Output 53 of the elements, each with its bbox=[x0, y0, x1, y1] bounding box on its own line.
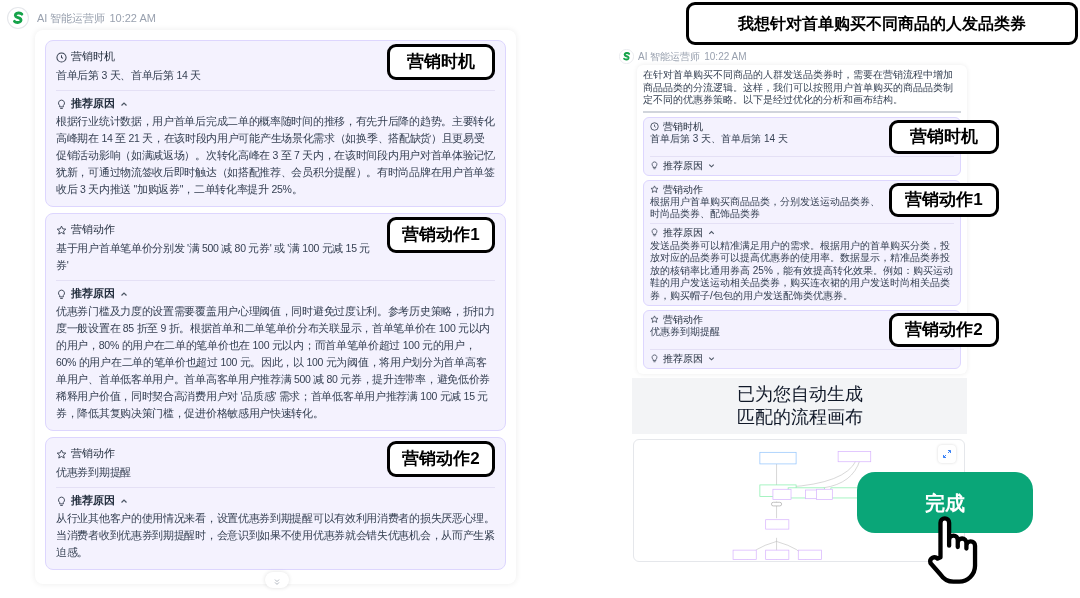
reason-toggle[interactable]: 推荐原因 bbox=[71, 493, 115, 509]
expand-button[interactable] bbox=[938, 445, 956, 463]
sender-name: AI 智能运营师 bbox=[37, 10, 106, 26]
card-title: 营销时机 bbox=[71, 49, 115, 65]
annotation-label: 营销时机 bbox=[387, 44, 495, 80]
card-value: 优惠券到期提醒 bbox=[56, 465, 132, 480]
reason-text: 根据行业统计数据，用户首单后完成二单的概率随时间的推移，有先升后降的趋势。主要转化高峰期在 14 至 21 天，在该时段内用户可能产生场景化需求（如换季、搭配缺货）且更易受促销活动影响（如满减返场）。次转化高峰在 3 至 7 天内，在该时间段内用户对首单体验记忆犹新，可通过物流签收后即时触达（如搭配推荐、会员积分提醒）。有时尚品牌在用户首单签收后 3 天内推送 "加购返券"，二单转化率提升 25%。 bbox=[56, 114, 495, 197]
sender-name: AI 智能运营师 bbox=[638, 49, 701, 64]
card-title: 营销动作 bbox=[663, 313, 703, 326]
card-title: 营销动作 bbox=[663, 182, 703, 196]
lightbulb-icon bbox=[56, 495, 67, 507]
clock-icon bbox=[56, 51, 67, 63]
annotation-label: 营销时机 bbox=[889, 119, 999, 154]
lightbulb-icon bbox=[56, 288, 67, 300]
reason-toggle[interactable]: 推荐原因 bbox=[71, 96, 115, 112]
double-chevron-icon bbox=[273, 578, 281, 586]
reason-text: 优惠券门槛及力度的设置需要覆盖用户心理阈值，同时避免过度让利。参考历史策略，折扣力度一般设置在 85 折至 9 折。根据首单和二单笔单价分布关联显示，首单笔单价在 100 元以内的用户，80% 的用户在二单的笔单价也在 100 元以内；而首单笔单价超过 100 元的用户，60% 的用户在二单的笔单价也超过 100 元。因此，以 100 元为阈值，将用户划分为首单高客单用户、首单低客单用户。首单高客单用户推荐满 500 减 80 元券，提升连带率，避免低价券稀释用户价值，同时契合高消费用户对 '品质感' 需求；首单低客单用户推荐满 100 元减 15 元券，降低其复购决策门槛，促进价格敏感用户快速转化。 bbox=[56, 304, 495, 421]
avatar-icon bbox=[7, 7, 29, 29]
lightbulb-icon bbox=[650, 227, 659, 237]
annotation-label: 营销动作1 bbox=[387, 217, 495, 253]
reason-text: 发送品类券可以精准满足用户的需求。根据用户的首单购买分类，投放对应的品类券可以提高优惠券的使用率。数据显示，精准品类券投放的核销率比通用券高 25%，能有效提高转化效果。例如：购买运动鞋的用户发送运动相关品类券，购买连衣裙的用户发送时尚相关品类券，购买帽子/包包的用户发送配饰类优惠券。 bbox=[650, 239, 954, 302]
annotation-label: 营销动作2 bbox=[889, 313, 999, 347]
star-icon bbox=[650, 184, 659, 194]
reason-toggle[interactable]: 推荐原因 bbox=[71, 286, 115, 302]
star-icon bbox=[56, 448, 67, 460]
clock-icon bbox=[650, 121, 659, 131]
annotation-label: 营销动作1 bbox=[889, 182, 999, 217]
intro-text: 在针对首单购买不同商品的人群发送品类券时，需要在营销流程中增加商品品类的分流逻辑。这样，我们可以按照用户首单购买的商品品类制定不同的优惠券策略。以下是经过优化的分析和画布结构。 bbox=[643, 69, 961, 113]
lightbulb-icon bbox=[650, 354, 659, 363]
star-icon bbox=[650, 315, 659, 324]
caption-text: 匹配的流程画布 bbox=[736, 406, 863, 429]
card-value: 基于用户首单笔单价分别发 '满 500 减 80 元券' 或 '满 100 元减 15 元券' bbox=[56, 241, 371, 273]
avatar-icon bbox=[619, 48, 634, 64]
annotation-label: 我想针对首单购买不同商品的人发品类券 bbox=[686, 2, 1078, 45]
reason-toggle[interactable]: 推荐原因 bbox=[663, 351, 703, 366]
reason-text: 从行业其他客户的使用情况来看，设置优惠券到期提醒可以有效利用消费者的损失厌恶心理。当消费者收到优惠券到期提醒时，会意识到如果不使用优惠券就会错失优惠机会，从而产生紧迫感。 bbox=[56, 511, 495, 560]
card-value: 优惠券到期提醒 bbox=[650, 326, 721, 339]
message-time: 10:22 AM bbox=[109, 10, 156, 26]
card-title: 营销时机 bbox=[663, 119, 703, 134]
card-title: 营销动作 bbox=[71, 446, 115, 462]
card-value: 首单后第 3 天、首单后第 14 天 bbox=[56, 68, 202, 83]
reason-toggle[interactable]: 推荐原因 bbox=[663, 157, 703, 173]
expand-icon bbox=[942, 449, 952, 459]
lightbulb-icon bbox=[650, 160, 659, 170]
caption-text: 已为您自动生成 bbox=[736, 383, 863, 406]
message-time: 10:22 AM bbox=[704, 49, 747, 64]
annotation-label: 营销动作2 bbox=[387, 441, 495, 477]
card-value: 根据用户首单购买商品品类，分别发送运动品类券、时尚品类券、配饰品类券 bbox=[650, 195, 881, 221]
card-title: 营销动作 bbox=[71, 222, 115, 238]
lightbulb-icon bbox=[56, 98, 67, 110]
reason-toggle[interactable]: 推荐原因 bbox=[663, 224, 703, 240]
star-icon bbox=[56, 224, 67, 236]
card-value: 首单后第 3 天、首单后第 14 天 bbox=[650, 132, 789, 145]
